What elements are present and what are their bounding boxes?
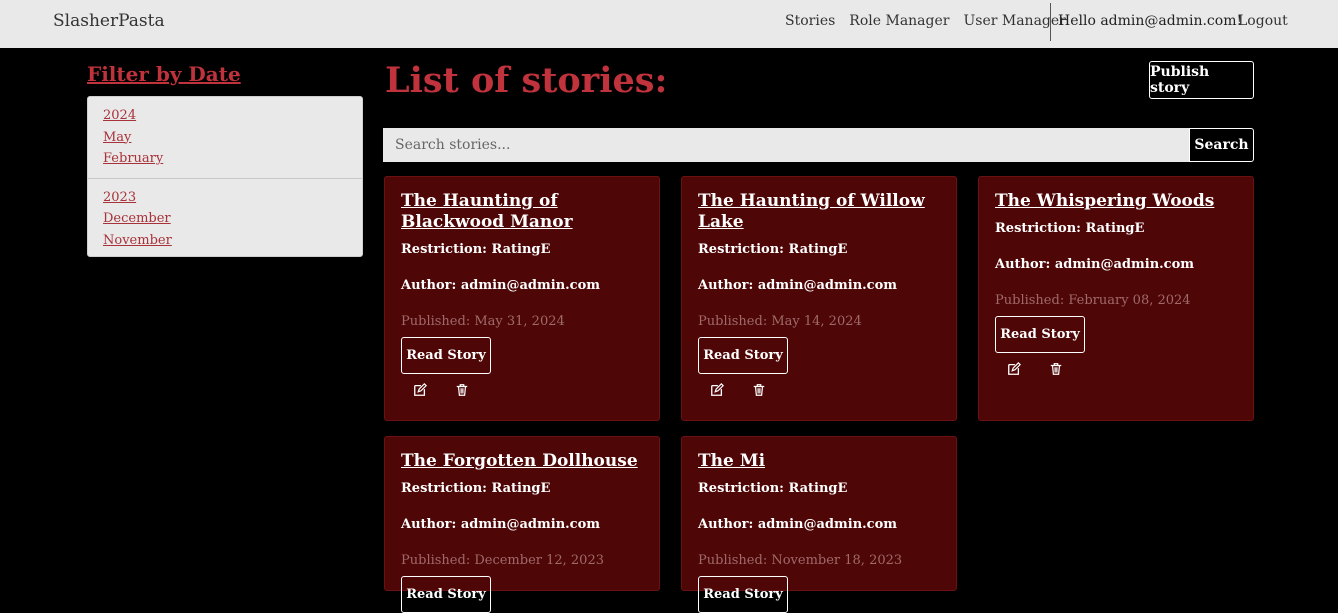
brand-link[interactable]: SlasherPasta xyxy=(53,11,165,31)
filter-year-link[interactable]: 2023 xyxy=(103,187,347,209)
story-card: The Haunting of Blackwood Manor Restrict… xyxy=(384,176,660,421)
story-restriction: Restriction: RatingE xyxy=(698,481,848,496)
year-group-2024: 2024 May February xyxy=(88,97,362,178)
story-published-date: Published: May 31, 2024 xyxy=(401,314,565,329)
story-title-link[interactable]: The Forgotten Dollhouse xyxy=(401,451,643,472)
read-story-button[interactable]: Read Story xyxy=(401,337,491,374)
read-story-button[interactable]: Read Story xyxy=(401,576,491,613)
story-card: The Haunting of Willow Lake Restriction:… xyxy=(681,176,957,421)
story-restriction: Restriction: RatingE xyxy=(401,242,551,257)
user-greeting[interactable]: Hello admin@admin.com! xyxy=(1058,13,1242,29)
edit-icon[interactable] xyxy=(1007,361,1021,375)
read-story-button[interactable]: Read Story xyxy=(995,316,1085,353)
story-card: The Forgotten Dollhouse Restriction: Rat… xyxy=(384,436,660,613)
story-title-link[interactable]: The Mi xyxy=(698,451,940,472)
story-title-link[interactable]: The Haunting of Willow Lake xyxy=(698,191,940,233)
search-input[interactable]: Search stories... xyxy=(383,128,1191,162)
story-author: Author: admin@admin.com xyxy=(995,257,1195,272)
story-restriction: Restriction: RatingE xyxy=(401,481,551,496)
story-card: The Whispering Woods Restriction: Rating… xyxy=(978,176,1254,421)
story-restriction: Restriction: RatingE xyxy=(995,221,1145,236)
trash-icon[interactable] xyxy=(455,382,469,396)
page-title: List of stories: xyxy=(385,60,668,101)
trash-icon[interactable] xyxy=(752,382,766,396)
filter-year-link[interactable]: 2024 xyxy=(103,105,347,127)
nav-link-role-manager[interactable]: Role Manager xyxy=(849,13,949,29)
read-story-button[interactable]: Read Story xyxy=(698,576,788,613)
story-author: Author: admin@admin.com xyxy=(698,517,898,532)
search-button[interactable]: Search xyxy=(1189,128,1254,162)
story-author: Author: admin@admin.com xyxy=(401,517,601,532)
nav-link-stories[interactable]: Stories xyxy=(785,13,835,29)
filter-title[interactable]: Filter by Date xyxy=(87,62,241,86)
edit-icon[interactable] xyxy=(710,382,724,396)
story-actions xyxy=(401,382,643,396)
edit-icon[interactable] xyxy=(413,382,427,396)
filter-month-link[interactable]: December xyxy=(103,208,347,230)
story-restriction: Restriction: RatingE xyxy=(698,242,848,257)
story-published-date: Published: February 08, 2024 xyxy=(995,293,1191,308)
filter-month-link[interactable]: February xyxy=(103,148,347,170)
nav-divider xyxy=(1050,3,1051,41)
story-published-date: Published: December 12, 2023 xyxy=(401,553,604,568)
year-group-2023: 2023 December November xyxy=(88,177,362,260)
story-published-date: Published: May 14, 2024 xyxy=(698,314,862,329)
story-author: Author: admin@admin.com xyxy=(401,278,601,293)
story-published-date: Published: November 18, 2023 xyxy=(698,553,903,568)
publish-story-button[interactable]: Publish story xyxy=(1149,61,1254,99)
date-filter-list: 2024 May February 2023 December November xyxy=(87,96,363,257)
story-title-link[interactable]: The Whispering Woods xyxy=(995,191,1237,212)
story-title-link[interactable]: The Haunting of Blackwood Manor xyxy=(401,191,643,233)
story-actions xyxy=(698,382,940,396)
story-actions xyxy=(995,361,1237,375)
story-author: Author: admin@admin.com xyxy=(698,278,898,293)
read-story-button[interactable]: Read Story xyxy=(698,337,788,374)
logout-button[interactable]: Logout xyxy=(1238,13,1288,29)
top-navbar: SlasherPasta Stories Role Manager User M… xyxy=(0,0,1338,48)
nav-links: Stories Role Manager User Manager xyxy=(785,13,1080,29)
story-card: The Mi Restriction: RatingE Author: admi… xyxy=(681,436,957,613)
filter-month-link[interactable]: November xyxy=(103,230,347,252)
filter-month-link[interactable]: May xyxy=(103,127,347,149)
trash-icon[interactable] xyxy=(1049,361,1063,375)
